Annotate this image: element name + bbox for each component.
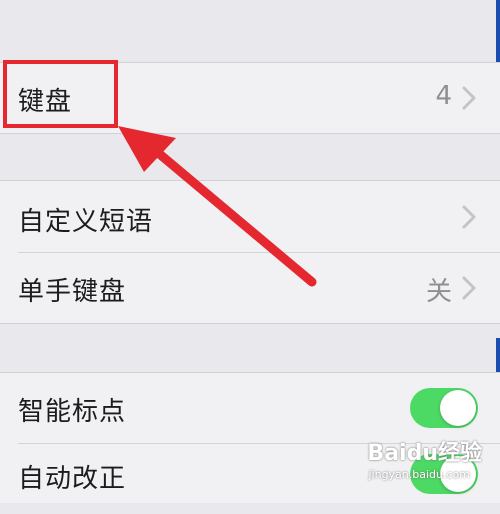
one-handed-keyboard-value: 关 [425, 277, 452, 307]
toggle-knob [440, 390, 476, 426]
highlight-box [3, 60, 118, 128]
chevron-right-icon [462, 205, 476, 229]
text-replacement-label: 自定义短语 [18, 207, 154, 237]
watermark-url: jingyan.baidu.com [368, 468, 470, 481]
keyboards-count: 4 [435, 81, 452, 111]
auto-correction-label: 自动改正 [18, 464, 127, 494]
chevron-right-icon [462, 276, 476, 300]
watermark-logo: Baidu经验 [367, 441, 482, 466]
window-edge [496, 0, 500, 62]
smart-punctuation-toggle[interactable] [410, 388, 478, 428]
text-group: 自定义短语 单手键盘 关 [0, 180, 500, 324]
smart-punctuation-row: 智能标点 [0, 373, 500, 443]
text-replacement-row[interactable]: 自定义短语 [0, 181, 500, 252]
smart-punctuation-label: 智能标点 [18, 397, 127, 427]
one-handed-keyboard-row[interactable]: 单手键盘 关 [0, 253, 500, 323]
chevron-right-icon [462, 86, 476, 110]
one-handed-keyboard-label: 单手键盘 [18, 277, 127, 307]
